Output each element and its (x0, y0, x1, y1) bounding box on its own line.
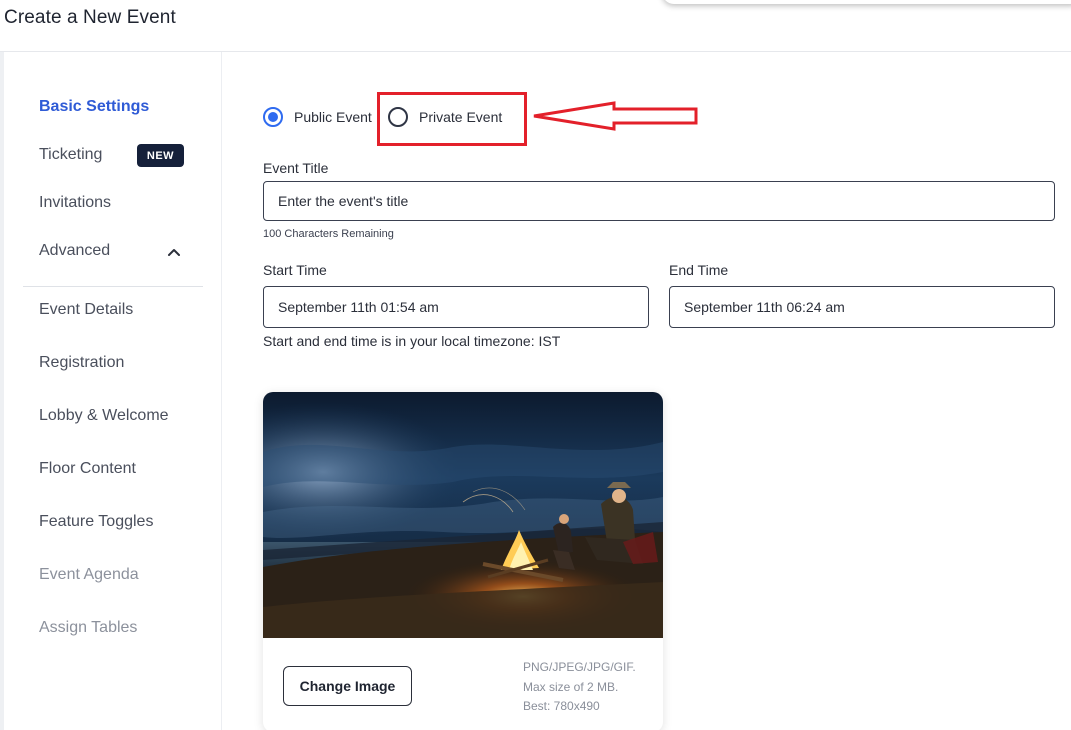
change-image-button[interactable]: Change Image (283, 666, 412, 706)
end-time-input[interactable] (669, 286, 1055, 328)
event-title-label: Event Title (263, 160, 329, 176)
public-event-radio[interactable] (263, 107, 283, 127)
cover-image-card: Change Image PNG/JPEG/JPG/GIF. Max size … (263, 392, 663, 730)
sidebar-nav: Basic Settings Ticketing NEW Invitations… (4, 52, 222, 730)
event-title-input[interactable] (263, 181, 1055, 221)
timezone-note: Start and end time is in your local time… (263, 333, 561, 349)
page-title: Create a New Event (4, 7, 176, 28)
public-event-label[interactable]: Public Event (294, 109, 372, 125)
sidebar-item-floor-content[interactable]: Floor Content (39, 460, 136, 478)
sidebar-item-basic-settings[interactable]: Basic Settings (39, 98, 149, 116)
campfire-cover-image (263, 392, 663, 638)
top-popover-edge (662, 0, 1071, 4)
sidebar-item-advanced[interactable]: Advanced (39, 242, 110, 260)
page-header: Create a New Event (0, 0, 1071, 52)
image-format-hint: PNG/JPEG/JPG/GIF. (523, 660, 636, 674)
sidebar-item-feature-toggles[interactable]: Feature Toggles (39, 513, 153, 531)
end-time-label: End Time (669, 262, 729, 278)
sidebar-divider (23, 286, 203, 287)
image-size-hint: Max size of 2 MB. (523, 680, 619, 694)
image-best-hint: Best: 780x490 (523, 699, 600, 713)
start-time-input[interactable] (263, 286, 649, 328)
sidebar-item-event-agenda[interactable]: Event Agenda (39, 566, 139, 584)
sidebar-item-assign-tables[interactable]: Assign Tables (39, 619, 137, 637)
start-time-label: Start Time (263, 262, 327, 278)
sidebar-item-lobby-welcome[interactable]: Lobby & Welcome (39, 407, 169, 425)
sidebar-item-invitations[interactable]: Invitations (39, 194, 111, 212)
title-characters-remaining: 100 Characters Remaining (263, 228, 394, 240)
annotation-arrow-icon (533, 101, 698, 131)
sidebar-item-ticketing[interactable]: Ticketing (39, 146, 102, 164)
sidebar-item-registration[interactable]: Registration (39, 354, 124, 372)
annotation-highlight-box (377, 92, 527, 146)
chevron-up-icon[interactable] (166, 245, 182, 259)
sidebar-item-event-details[interactable]: Event Details (39, 301, 133, 319)
new-badge: NEW (137, 144, 184, 167)
